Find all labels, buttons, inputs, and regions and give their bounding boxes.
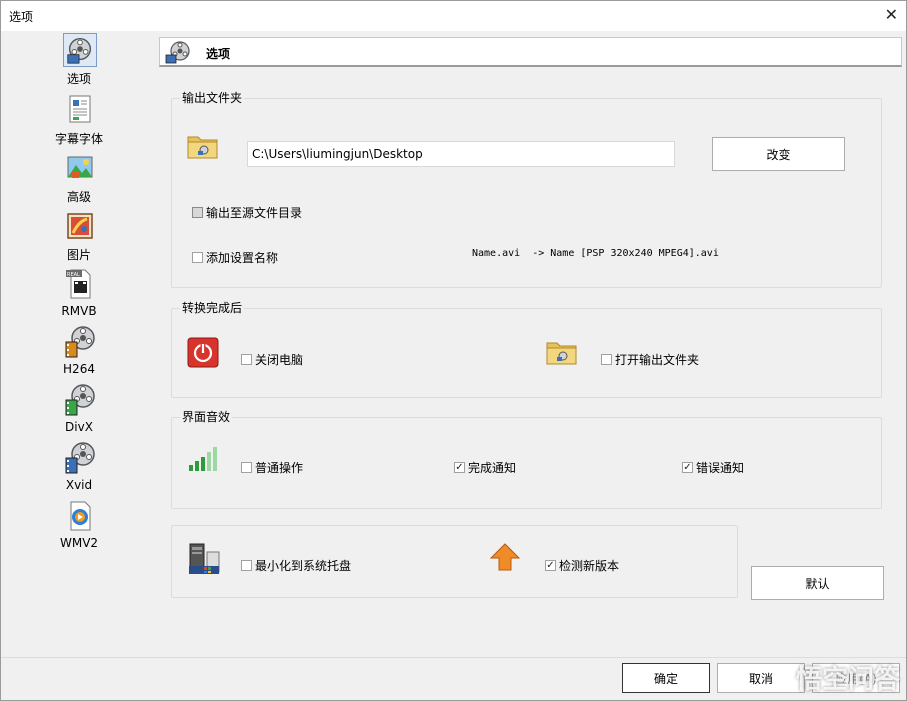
section-header: 选项 (159, 37, 902, 67)
sidebar-item-rmvb[interactable]: REAL RMVB (41, 267, 117, 323)
sidebar-item-label: H264 (63, 362, 95, 376)
subtitle-font-icon (69, 95, 91, 123)
group-label: 转换完成后 (180, 299, 245, 316)
add-setting-name-checkbox[interactable]: 添加设置名称 (192, 249, 278, 266)
checkbox-box (192, 207, 203, 218)
upgrade-arrow-icon (489, 543, 521, 571)
sidebar-item-label: WMV2 (59, 536, 99, 550)
checkbox-label: 普通操作 (255, 461, 304, 475)
error-notify-checkbox[interactable]: ✓ 错误通知 (682, 459, 744, 476)
h264-reel-icon (65, 326, 95, 358)
checkbox-check: ✓ (454, 461, 465, 473)
power-icon (187, 337, 219, 368)
output-path-input[interactable] (247, 141, 675, 167)
sidebar-item-label: DivX (65, 420, 93, 434)
close-icon[interactable]: ✕ (885, 6, 898, 24)
sidebar-item-label: Xvid (65, 478, 93, 492)
name-example-text: Name.avi -> Name [PSP 320x240 MPEG4].avi (472, 248, 719, 259)
default-button[interactable]: 默认 (751, 566, 884, 600)
checkbox-box (601, 354, 612, 365)
sidebar-item-h264[interactable]: H264 (41, 325, 117, 381)
page-title: 选项 (206, 47, 231, 61)
sidebar-item-options[interactable]: 选项 (41, 33, 117, 89)
sidebar-item-xvid[interactable]: Xvid (41, 441, 117, 497)
sidebar-item-label: RMVB (61, 304, 97, 318)
shutdown-checkbox[interactable]: 关闭电脑 (241, 351, 303, 368)
sidebar-item-label: 图片 (66, 248, 91, 262)
tray-computer-icon (189, 543, 220, 574)
checkbox-box (241, 462, 252, 473)
footer-divider (1, 657, 906, 658)
sidebar-item-label: 字幕字体 (54, 132, 103, 146)
checkbox-label: 最小化到系统托盘 (255, 559, 352, 573)
checkbox-check: ✓ (682, 461, 693, 473)
folder-icon (187, 136, 218, 159)
change-folder-button[interactable]: 改变 (712, 137, 845, 171)
rmvb-file-icon: REAL (66, 269, 91, 299)
cancel-button[interactable]: 取消 (717, 663, 805, 693)
watermark-text: 悟空问答 (795, 665, 900, 695)
ok-button[interactable]: 确定 (622, 663, 710, 693)
sidebar-item-label: 高级 (66, 190, 91, 204)
checkbox-check: ✓ (545, 559, 556, 571)
sidebar-item-advanced[interactable]: 高级 (41, 151, 117, 207)
divx-reel-icon (65, 384, 95, 416)
checkbox-label: 检测新版本 (559, 559, 620, 573)
options-window: 选项 ✕ 选项 字幕字体 高级 图片 REAL RMVB H264 DivX X… (0, 0, 907, 701)
checkbox-label: 输出至源文件目录 (206, 206, 303, 220)
title-bar: 选项 ✕ (1, 1, 906, 31)
done-notify-checkbox[interactable]: ✓ 完成通知 (454, 459, 516, 476)
window-title: 选项 (9, 10, 34, 24)
sidebar-item-label: 选项 (66, 72, 91, 86)
image-paint-icon (67, 213, 93, 239)
minimize-tray-checkbox[interactable]: 最小化到系统托盘 (241, 557, 351, 574)
folder-icon (546, 342, 577, 365)
sidebar-item-wmv2[interactable]: WMV2 (41, 499, 117, 555)
checkbox-box (241, 560, 252, 571)
svg-text:REAL: REAL (67, 272, 80, 278)
signal-bars-icon (189, 447, 217, 471)
options-film-icon (165, 41, 190, 64)
checkbox-label: 关闭电脑 (255, 353, 304, 367)
checkbox-label: 打开输出文件夹 (615, 353, 700, 367)
output-to-source-checkbox[interactable]: 输出至源文件目录 (192, 204, 302, 221)
check-update-checkbox[interactable]: ✓ 检测新版本 (545, 557, 619, 574)
checkbox-box (241, 354, 252, 365)
advanced-picture-icon (67, 156, 93, 178)
options-film-icon (63, 33, 97, 67)
wmv2-player-icon (70, 501, 91, 531)
group-label: 界面音效 (180, 408, 233, 425)
normal-operation-checkbox[interactable]: 普通操作 (241, 459, 303, 476)
checkbox-box (192, 252, 203, 263)
checkbox-label: 错误通知 (696, 461, 745, 475)
group-label: 输出文件夹 (180, 89, 245, 106)
xvid-reel-icon (65, 442, 95, 474)
open-output-folder-checkbox[interactable]: 打开输出文件夹 (601, 351, 699, 368)
sidebar-item-divx[interactable]: DivX (41, 383, 117, 439)
checkbox-label: 添加设置名称 (206, 251, 279, 265)
sidebar-item-image[interactable]: 图片 (41, 209, 117, 265)
checkbox-label: 完成通知 (468, 461, 517, 475)
sidebar-item-subtitle-font[interactable]: 字幕字体 (41, 93, 117, 149)
